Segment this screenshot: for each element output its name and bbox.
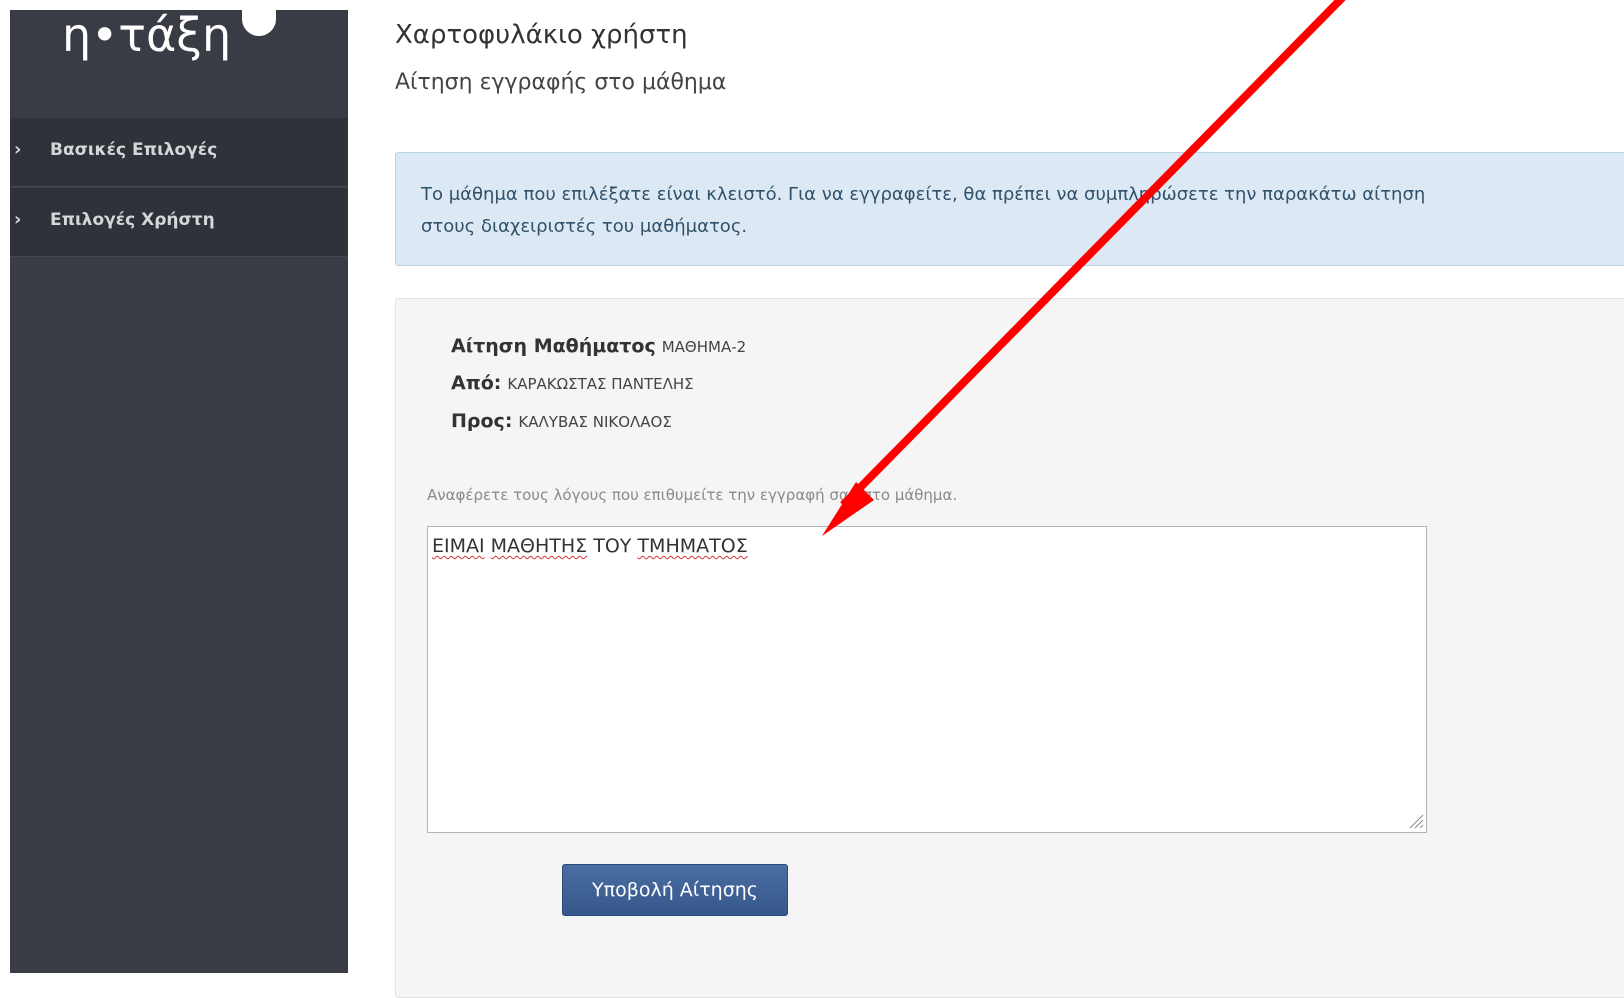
reason-hint: Αναφέρετε τους λόγους που επιθυμείτε την…	[427, 486, 958, 504]
page-subtitle: Αίτηση εγγραφής στο μάθημα	[395, 70, 727, 95]
alert-line-2: στους διαχειριστές του μαθήματος.	[421, 216, 748, 237]
resize-grip-icon[interactable]	[1408, 813, 1424, 829]
from-row: Από: ΚΑΡΑΚΩΣΤΑΣ ΠΑΝΤΕΛΗΣ	[451, 372, 694, 394]
submit-request-button[interactable]: Υποβολή Αίτησης	[562, 864, 788, 916]
sidebar-item-label: Επιλογές Χρήστη	[50, 210, 215, 230]
course-row: Αίτηση Μαθήματος ΜΑΘΗΜΑ-2	[451, 335, 746, 357]
course-label: Αίτηση Μαθήματος	[451, 335, 656, 357]
sidebar-item-label: Βασικές Επιλογές	[50, 140, 218, 160]
chevron-right-icon: ›	[14, 209, 22, 230]
sidebar-item-user-options[interactable]: › Επιλογές Χρήστη	[10, 188, 348, 257]
page-title: Χαρτοφυλάκιο χρήστη	[395, 20, 688, 50]
screenshot-frame: η•τάξη › Βασικές Επιλογές › Επιλογές Χρή…	[0, 0, 1624, 998]
info-alert: Το μάθημα που επιλέξατε είναι κλειστό. Γ…	[395, 152, 1624, 266]
logo-dot-icon	[242, 10, 276, 36]
logo-area: η•τάξη	[10, 8, 348, 118]
sidebar: η•τάξη › Βασικές Επιλογές › Επιλογές Χρή…	[10, 8, 348, 973]
reason-textarea[interactable]	[427, 526, 1427, 833]
to-label: Προς:	[451, 410, 513, 432]
alert-line-1: Το μάθημα που επιλέξατε είναι κλειστό. Γ…	[421, 184, 1426, 205]
logo-text[interactable]: η•τάξη	[62, 8, 231, 62]
sidebar-item-basic-options[interactable]: › Βασικές Επιλογές	[10, 118, 348, 187]
from-value: ΚΑΡΑΚΩΣΤΑΣ ΠΑΝΤΕΛΗΣ	[507, 375, 694, 393]
main-content: Χαρτοφυλάκιο χρήστη Αίτηση εγγραφής στο …	[348, 10, 1624, 998]
to-value: ΚΑΛΥΒΑΣ ΝΙΚΟΛΑΟΣ	[518, 413, 672, 431]
course-value: ΜΑΘΗΜΑ-2	[661, 338, 747, 356]
request-panel: Αίτηση Μαθήματος ΜΑΘΗΜΑ-2 Από: ΚΑΡΑΚΩΣΤΑΣ …	[395, 298, 1624, 998]
chevron-right-icon: ›	[14, 139, 22, 160]
to-row: Προς: ΚΑΛΥΒΑΣ ΝΙΚΟΛΑΟΣ	[451, 410, 672, 432]
from-label: Από:	[451, 372, 502, 394]
